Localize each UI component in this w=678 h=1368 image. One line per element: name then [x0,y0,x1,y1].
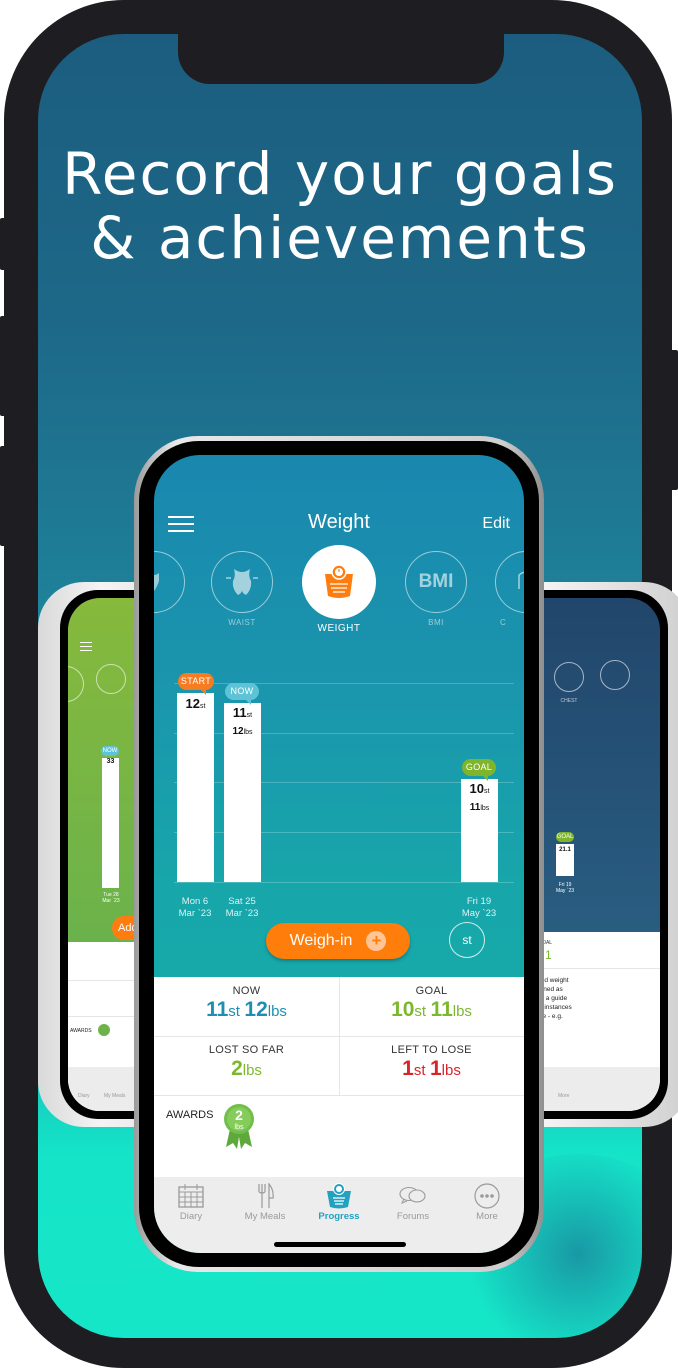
weigh-in-label: Weigh-in [289,932,353,949]
left-phone-menu-icon [80,642,92,651]
plus-icon: + [366,931,387,951]
metric-label-weight: WEIGHT [317,623,361,634]
right-phone-metric-label: CHEST [560,698,578,704]
more-dots-icon [474,1183,500,1209]
device-notch [178,34,504,84]
metric-item-chest[interactable]: C [488,551,524,627]
chest-icon [495,551,524,613]
mute-switch [0,218,8,270]
left-phone-bar: 33 [102,758,119,888]
app-screen: Weight Edit WAIST WEIGHT BMI BMI C 12st … [154,455,524,1253]
chart-bar-goal[interactable]: 10st 11lbs [461,778,498,882]
left-phone-award-badge [98,1024,110,1036]
stats-panel: NOW 11st 12lbs GOAL 10st 11lbs LOST SO F… [154,977,524,1177]
left-phone-awards-label: AWARDS [70,1028,92,1034]
scale-icon [327,1183,351,1209]
svg-text:lbs: lbs [235,1124,244,1131]
stat-goal: GOAL 10st 11lbs [339,977,524,1036]
awards-label: AWARDS [166,1109,214,1121]
edit-button[interactable]: Edit [482,515,510,533]
metric-label-waist: WAIST [228,618,256,627]
chart-gridline [174,683,514,684]
tab-progress[interactable]: Progress [302,1183,376,1222]
tab-my-meals[interactable]: My Meals [228,1183,302,1222]
stat-left-to-lose: LEFT TO LOSE 1st 1lbs [339,1036,524,1095]
stat-lost-so-far: LOST SO FAR 2lbs [154,1036,339,1095]
metric-item-body[interactable] [154,551,192,613]
volume-up-button [0,316,8,416]
left-phone-metric-icon [68,666,84,702]
headline-line-1: Record your goals [62,140,618,208]
bar-value-start: 12st [185,696,206,711]
right-phone-goal-tag: GOAL [556,832,574,842]
now-tag: NOW [225,683,259,706]
x-tick-label: Sat 25 Mar `23 [225,896,259,919]
left-phone-date: Tue 28 Mar `23 [102,892,120,904]
waist-icon [211,551,273,613]
metric-label-chest: C [500,618,507,627]
right-phone-date: Fri 19 May `23 [555,882,575,894]
weigh-in-button[interactable]: Weigh-in + [266,923,410,959]
stat-left-value: 1st 1lbs [402,1057,461,1080]
left-phone-hips-icon [96,664,126,694]
metric-item-weight[interactable]: WEIGHT [301,545,377,634]
goal-tag: GOAL [462,758,496,781]
fork-knife-icon [258,1183,274,1208]
page-title: Weight [308,511,370,533]
chat-bubbles-icon [399,1186,426,1204]
body-measure-icon [154,551,185,613]
x-tick-label: Fri 19 May `23 [461,896,497,919]
tab-forums[interactable]: Forums [376,1183,450,1222]
stat-now: NOW 11st 12lbs [154,977,339,1036]
power-button [670,350,678,490]
award-ribbon-icon[interactable]: 2 lbs [222,1103,256,1151]
left-phone-bar-value: 33 [106,758,115,765]
stat-lost-value: 2lbs [231,1057,262,1080]
right-phone-metric-icon [600,660,630,690]
main-phone: Weight Edit WAIST WEIGHT BMI BMI C 12st … [134,436,544,1272]
svg-text:2: 2 [235,1107,243,1123]
tab-diary[interactable]: Diary [154,1183,228,1222]
bmi-icon: BMI [405,551,467,613]
tab-more[interactable]: More [450,1183,524,1222]
divider [154,1095,524,1096]
right-phone-bar-value: 21.1 [559,847,571,853]
bar-value-goal: 10st 11lbs [469,780,490,813]
bar-value-now: 11st 12lbs [232,705,253,738]
chart-gridline [174,882,514,883]
chart-bar-now[interactable]: 11st 12lbs [224,703,261,882]
weight-chart: 12st START 11st 12lbs NOW 10st 11lbs GOA… [154,667,524,922]
calendar-icon [178,1184,204,1208]
right-phone-chest-icon [554,662,584,692]
right-phone-bar: 21.1 [556,844,574,876]
headline-line-2: & achievements [90,204,590,272]
stat-goal-value: 10st 11lbs [391,998,472,1021]
start-tag: START [178,673,214,695]
left-phone-now-tag: NOW [101,746,119,756]
home-indicator[interactable] [274,1242,406,1247]
chart-bar-start[interactable]: 12st [177,693,214,882]
volume-down-button [0,446,8,546]
stat-now-value: 11st 12lbs [206,998,287,1021]
metric-selector: WAIST WEIGHT BMI BMI C [154,545,524,647]
scale-icon [302,545,376,619]
metric-label-bmi: BMI [428,618,444,627]
unit-toggle-button[interactable]: st [449,922,485,958]
metric-item-bmi[interactable]: BMI BMI [398,551,474,627]
promo-headline: Record your goals & achievements [38,142,642,270]
metric-item-waist[interactable]: WAIST [204,551,280,627]
